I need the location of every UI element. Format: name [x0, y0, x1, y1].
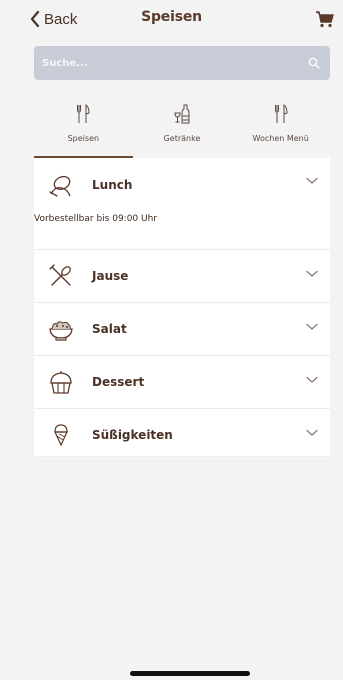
tab-label: Speisen — [67, 134, 100, 143]
chevron-down-icon[interactable] — [306, 376, 318, 384]
chevron-down-icon[interactable] — [306, 177, 318, 185]
cupcake-icon — [50, 371, 72, 394]
app-screen: Back Speisen Speisen — [0, 0, 343, 680]
tab-label: Wochen Menü — [252, 134, 309, 143]
ice-cream-icon — [54, 424, 68, 447]
list-item[interactable]: Jause — [34, 250, 330, 303]
salad-bowl-icon — [49, 321, 73, 341]
search-icon[interactable] — [308, 57, 320, 69]
tab-label: Getränke — [163, 134, 201, 143]
tab-getraenke[interactable]: Getränke — [133, 100, 232, 158]
list-item[interactable]: Süßigkeiten — [34, 409, 330, 462]
list-item[interactable]: Lunch Vorbestellbar bis 09:00 Uhr — [34, 158, 330, 250]
list-item[interactable]: Dessert — [34, 356, 330, 409]
tab-wochen-menue[interactable]: Wochen Menü — [231, 100, 330, 158]
tab-speisen[interactable]: Speisen — [34, 100, 133, 158]
drinks-icon — [174, 104, 190, 124]
category-name: Süßigkeiten — [92, 428, 173, 442]
category-list: Lunch Vorbestellbar bis 09:00 Uhr Jause — [34, 158, 330, 462]
preorder-note: Vorbestellbar bis 09:00 Uhr — [34, 214, 158, 224]
category-name: Salat — [92, 322, 127, 336]
list-item[interactable]: Salat — [34, 303, 330, 356]
search-input[interactable] — [42, 57, 282, 69]
search-bar — [34, 46, 330, 80]
chevron-down-icon[interactable] — [306, 323, 318, 331]
spatula-icon — [49, 264, 71, 286]
home-indicator[interactable] — [130, 671, 250, 676]
navigation-bar: Back Speisen — [0, 0, 343, 38]
lunch-icon — [49, 175, 71, 197]
category-name: Dessert — [92, 375, 145, 389]
page-title: Speisen — [141, 9, 202, 25]
category-name: Lunch — [92, 178, 133, 192]
cutlery-icon — [274, 104, 288, 123]
category-tabs: Speisen Getränke Wochen Menü — [34, 100, 330, 158]
cutlery-icon — [77, 104, 90, 123]
chevron-down-icon[interactable] — [306, 429, 318, 437]
chevron-down-icon[interactable] — [306, 270, 318, 278]
category-name: Jause — [92, 269, 129, 283]
